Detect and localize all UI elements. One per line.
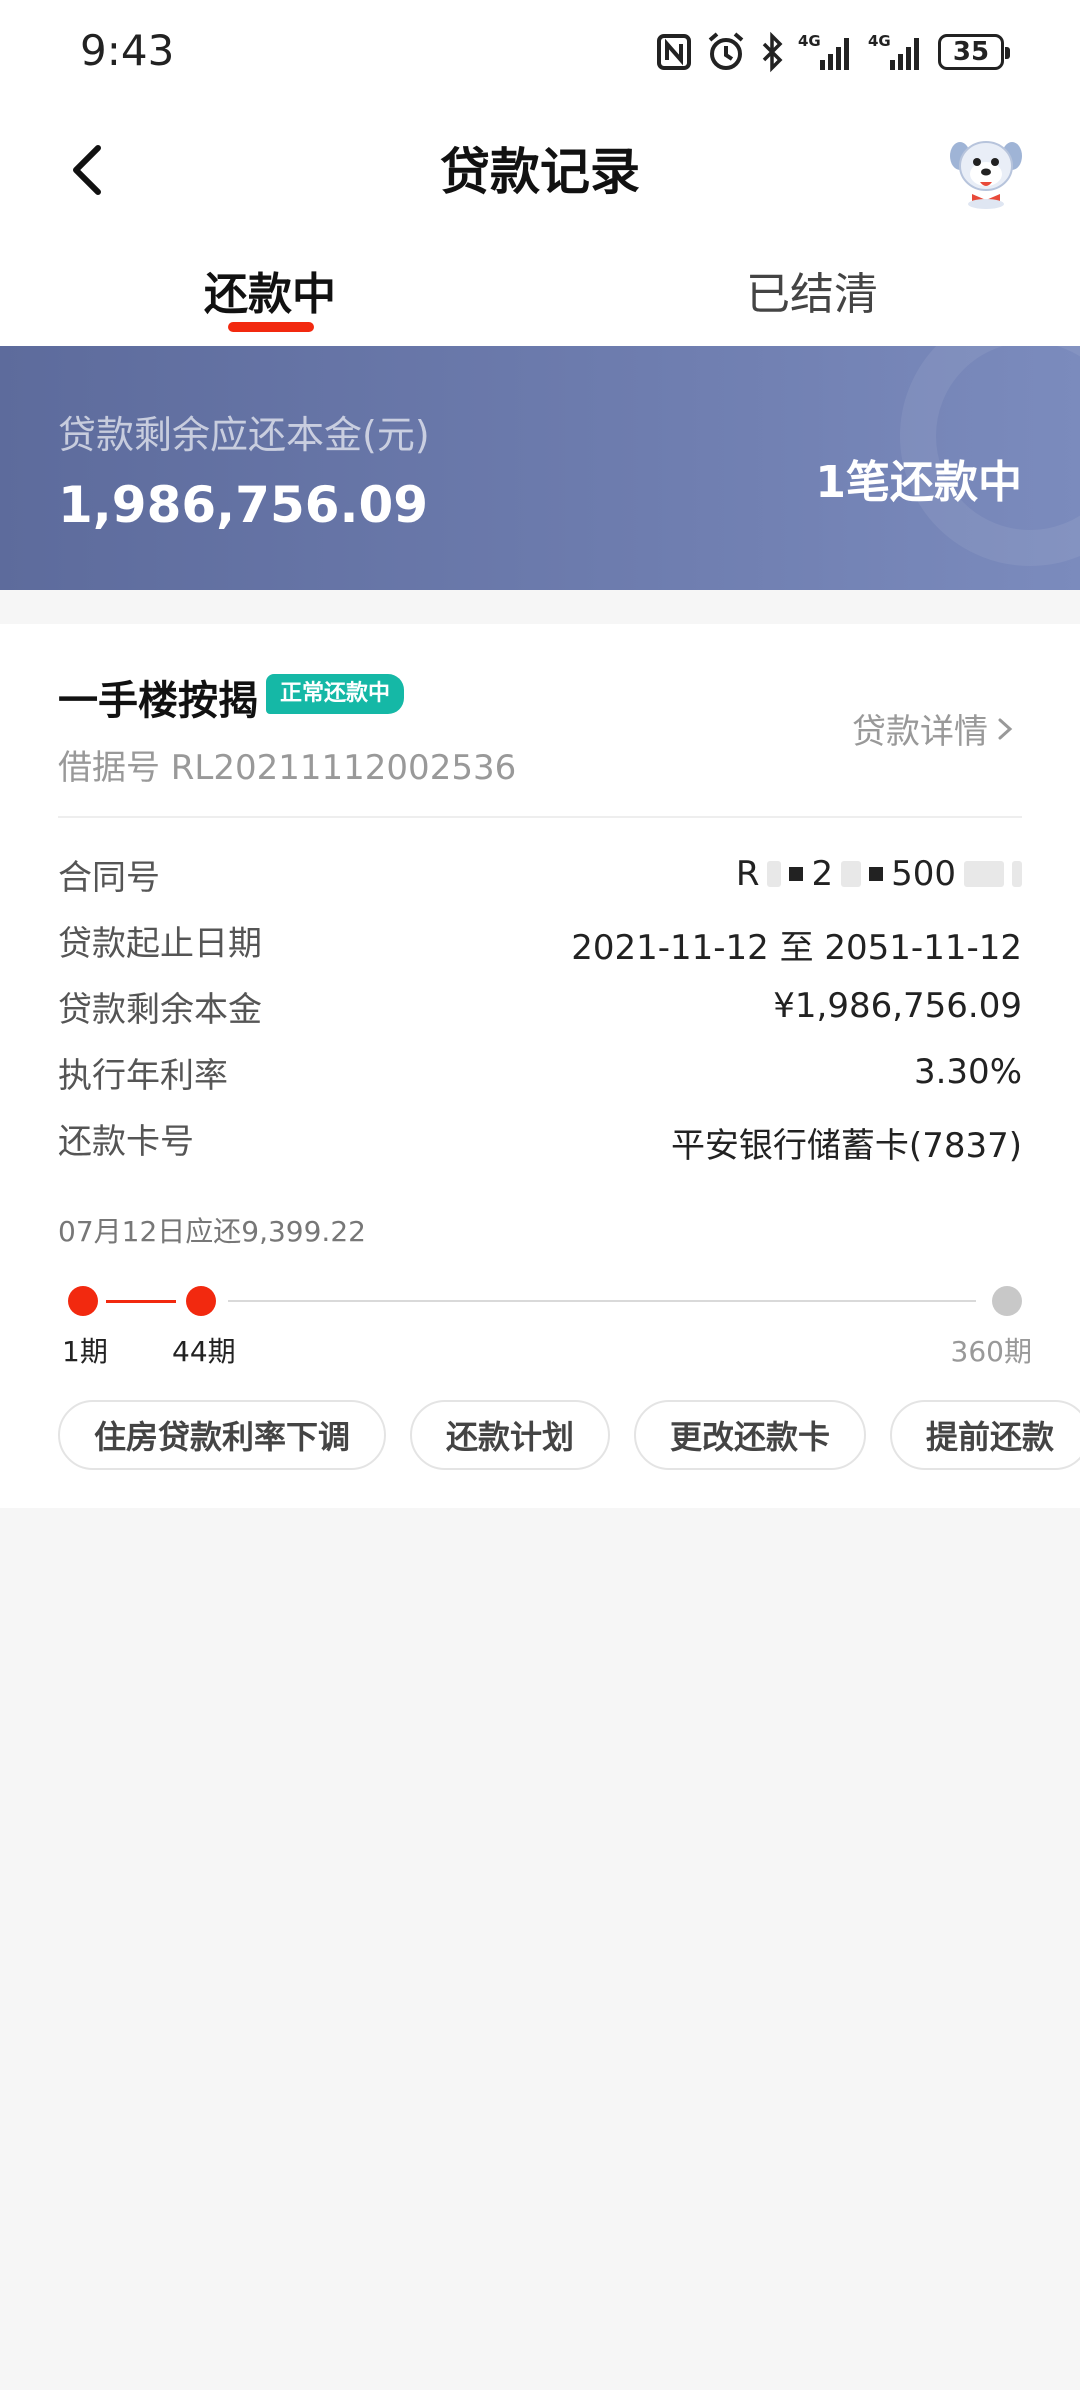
row-value: 3.30% xyxy=(913,1052,1022,1092)
tab-bar: 还款中 已结清 xyxy=(0,248,1080,346)
row-label: 还款卡号 xyxy=(58,1122,194,1162)
progress-track-completed xyxy=(106,1300,176,1303)
bluetooth-icon xyxy=(762,31,783,73)
masked-block xyxy=(1012,861,1022,887)
progress-label-end: 360期 xyxy=(950,1335,1032,1368)
remaining-principal-amount: 1,986,756.09 xyxy=(58,476,429,534)
svg-text:4G: 4G xyxy=(798,32,821,50)
row-value: 平安银行储蓄卡(7837) xyxy=(670,1126,1022,1166)
contract-part: R xyxy=(735,854,760,894)
status-time: 9:43 xyxy=(80,26,175,75)
early-repayment-button[interactable]: 提前还款 xyxy=(890,1400,1080,1470)
summary-banner: 贷款剩余应还本金(元) 1,986,756.09 1笔还款中 xyxy=(0,346,1080,590)
masked-block xyxy=(841,861,862,887)
battery-indicator: 35 xyxy=(938,34,1010,70)
repayment-progress: 1期 44期 360期 xyxy=(58,1264,1032,1368)
info-row-interest-rate: 执行年利率 3.30% xyxy=(58,1048,1022,1114)
loan-details-link[interactable]: 贷款详情 xyxy=(852,704,1016,753)
row-label: 贷款起止日期 xyxy=(58,924,262,964)
progress-node-end xyxy=(992,1286,1022,1316)
action-chips: 住房贷款利率下调 还款计划 更改还款卡 提前还款 xyxy=(58,1400,1080,1472)
row-value: ¥1,986,756.09 xyxy=(773,986,1022,1026)
info-row-repayment-card: 还款卡号 平安银行储蓄卡(7837) xyxy=(58,1114,1022,1180)
receipt-number: 借据号 RL20211112002536 xyxy=(58,748,517,788)
repayment-plan-button[interactable]: 还款计划 xyxy=(410,1400,611,1470)
info-row-contract: 合同号 R 2 500 xyxy=(58,850,1022,916)
info-row-term: 贷款起止日期 2021-11-12 至 2051-11-12 xyxy=(58,916,1022,982)
row-label: 合同号 xyxy=(58,858,160,898)
signal-4g-icon: 4G xyxy=(868,32,919,70)
page-title: 贷款记录 xyxy=(440,143,640,201)
status-icons: 4G 4G 35 xyxy=(656,28,1010,76)
progress-node-start xyxy=(68,1286,98,1316)
active-tab-indicator xyxy=(228,322,314,332)
info-row-remaining-principal: 贷款剩余本金 ¥1,986,756.09 xyxy=(58,982,1022,1048)
change-card-button[interactable]: 更改还款卡 xyxy=(634,1400,867,1470)
chevron-right-icon xyxy=(998,718,1013,739)
progress-node-current xyxy=(186,1286,216,1316)
loan-details-label: 贷款详情 xyxy=(852,712,988,752)
row-value: 2021-11-12 至 2051-11-12 xyxy=(571,928,1022,968)
masked-block xyxy=(869,867,884,881)
loan-info-list: 合同号 R 2 500 贷款起止日期 2021-11-12 至 2051-11-… xyxy=(58,850,1022,1180)
masked-block xyxy=(789,867,804,881)
contract-part: 500 xyxy=(891,854,956,894)
contract-number-masked: R 2 500 xyxy=(736,854,1022,894)
svg-text:4G: 4G xyxy=(868,32,891,50)
alarm-icon xyxy=(708,32,744,70)
masked-block xyxy=(767,861,782,887)
loan-card[interactable]: 一手楼按揭 正常还款中 借据号 RL20211112002536 贷款详情 合同… xyxy=(0,624,1080,1508)
signal-4g-icon: 4G xyxy=(798,32,849,70)
progress-label-start: 1期 xyxy=(62,1335,108,1368)
tab-repaying[interactable]: 还款中 xyxy=(120,258,420,322)
progress-label-current: 44期 xyxy=(172,1335,236,1368)
status-bar: 9:43 4G 4G 35 xyxy=(0,0,1080,100)
status-badge: 正常还款中 xyxy=(266,674,405,714)
remaining-principal-label: 贷款剩余应还本金(元) xyxy=(58,413,430,457)
rate-reduction-button[interactable]: 住房贷款利率下调 xyxy=(58,1400,387,1470)
progress-track xyxy=(228,1300,976,1302)
masked-block xyxy=(964,861,1004,887)
divider xyxy=(58,816,1022,818)
tab-settled[interactable]: 已结清 xyxy=(662,258,962,322)
row-label: 贷款剩余本金 xyxy=(58,990,262,1030)
loan-title: 一手楼按揭 xyxy=(58,678,258,724)
next-payment-note: 07月12日应还9,399.22 xyxy=(58,1215,366,1248)
loans-in-repayment-count: 1笔还款中 xyxy=(815,457,1022,508)
nav-header: 贷款记录 xyxy=(0,110,1080,230)
contract-part: 2 xyxy=(811,854,834,894)
nfc-icon xyxy=(657,34,691,70)
mascot-avatar-icon[interactable] xyxy=(946,130,1026,210)
row-label: 执行年利率 xyxy=(58,1056,228,1096)
